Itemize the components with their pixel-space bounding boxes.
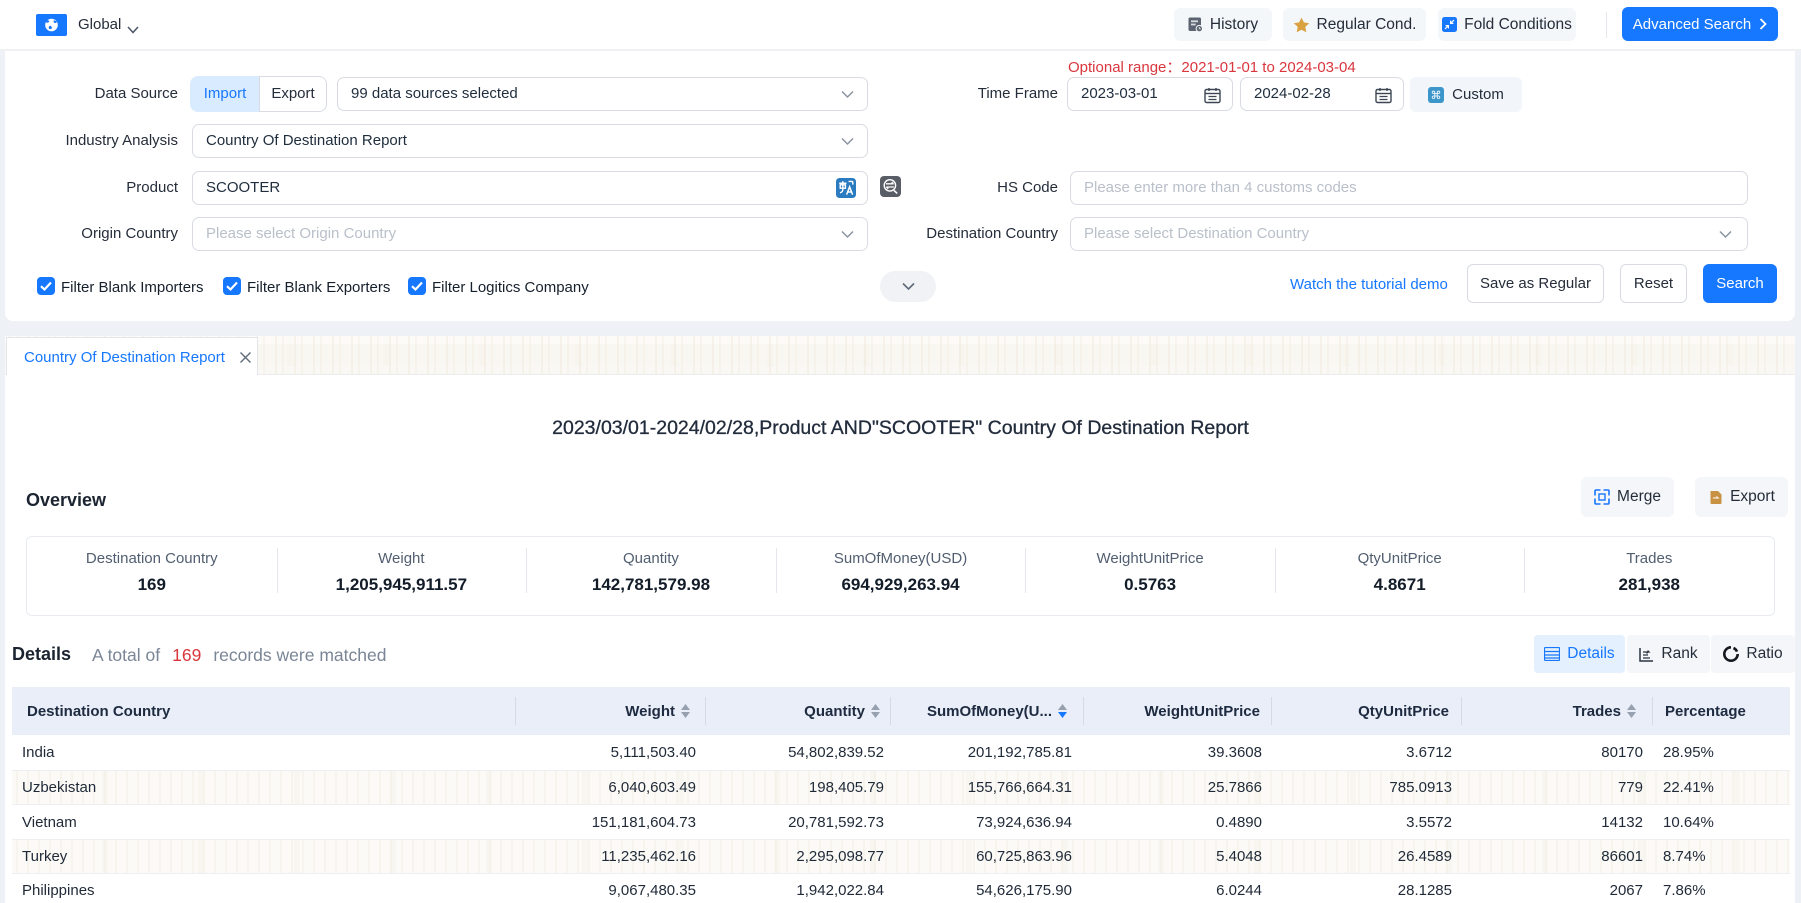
svg-text:⌘: ⌘ — [1431, 90, 1442, 102]
